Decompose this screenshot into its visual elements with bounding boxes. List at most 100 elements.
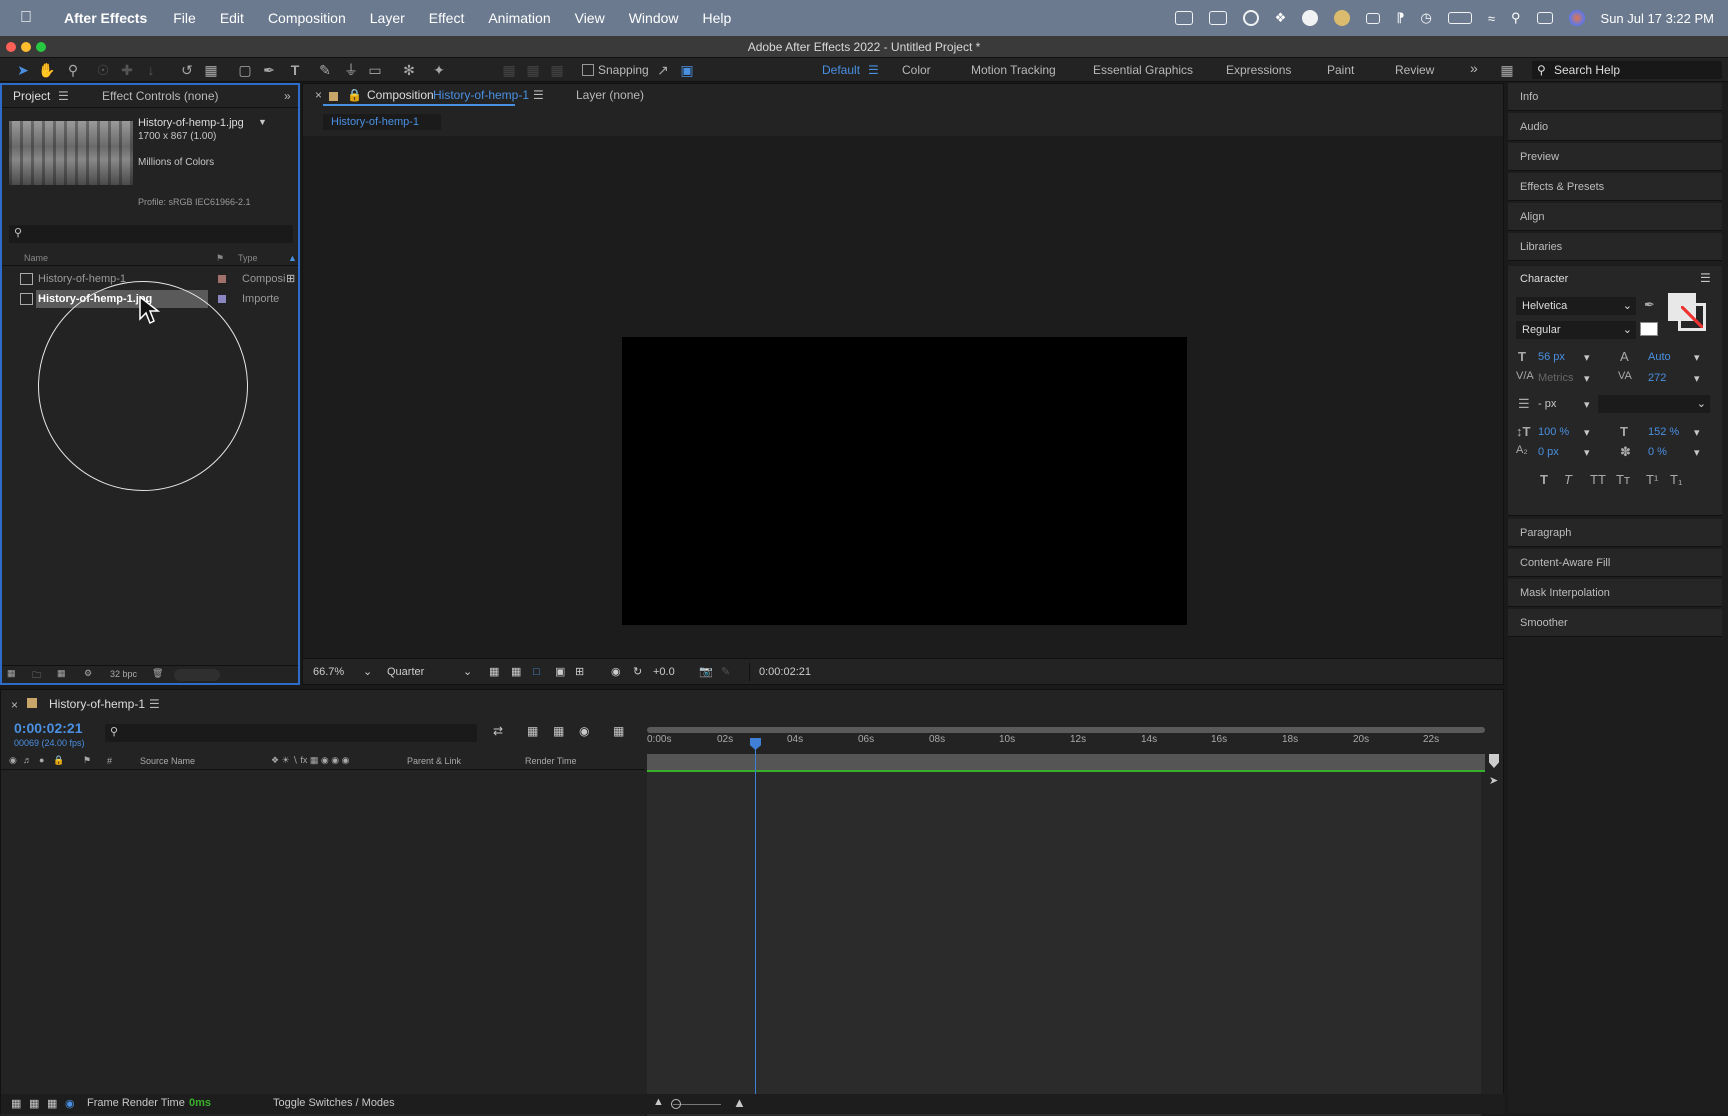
project-panel-menu-icon[interactable]: ☰ [58, 89, 69, 103]
black-white-swatch[interactable] [1640, 322, 1658, 336]
tab-effect-controls[interactable]: Effect Controls (none) [102, 89, 219, 103]
new-composition-icon[interactable]: ▦ [57, 668, 66, 679]
menu-effect[interactable]: Effect [417, 10, 477, 26]
font-family-dropdown[interactable]: Helvetica ⌄ [1516, 297, 1636, 315]
composition-viewer[interactable] [303, 136, 1503, 658]
chevron-down-icon[interactable]: ▾ [1584, 372, 1590, 385]
workspace-menu-icon[interactable]: ☰ [868, 63, 879, 77]
workspace-motion-tracking[interactable]: Motion Tracking [971, 63, 1056, 77]
maximize-window-button[interactable] [36, 42, 46, 52]
graph-editor-icon[interactable]: ▦ [613, 724, 624, 738]
tsume-value[interactable]: 0 % [1648, 446, 1667, 458]
time-machine-icon[interactable]: ◷ [1421, 10, 1432, 26]
label-swatch[interactable] [218, 275, 226, 283]
font-size-value[interactable]: 56 px [1538, 351, 1565, 363]
column-name[interactable]: Name [24, 253, 48, 263]
siri-icon[interactable] [1568, 10, 1585, 26]
composition-canvas[interactable] [622, 337, 1187, 625]
exposure-value[interactable]: +0.0 [653, 663, 675, 681]
project-search-input[interactable]: ⚲ [9, 225, 293, 243]
transparency-grid-icon[interactable]: ▦ [511, 663, 521, 681]
rectangle-tool-icon[interactable]: ▢ [236, 61, 254, 79]
delete-icon[interactable]: 🗑 [152, 668, 163, 679]
close-tab-icon[interactable]: × [11, 698, 18, 712]
close-tab-icon[interactable]: × [315, 88, 322, 102]
tab-composition-label[interactable]: Composition [367, 88, 434, 102]
hand-tool-icon[interactable]: ✋ [38, 61, 56, 79]
workspace-paint[interactable]: Paint [1327, 63, 1354, 77]
snap-features-icon[interactable]: ▣ [678, 61, 696, 79]
faux-italic-icon[interactable]: T [1564, 472, 1572, 487]
audio-icon[interactable]: ♬ [23, 755, 32, 765]
column-source-name[interactable]: Source Name [140, 756, 195, 766]
menu-view[interactable]: View [563, 10, 617, 26]
spotlight-search-icon[interactable]: ⚲ [1511, 10, 1521, 26]
current-time-display[interactable]: 0:00:02:21 [14, 720, 83, 736]
timeline-search-input[interactable]: ⚲ [105, 724, 477, 742]
flowchart-icon[interactable]: ⊞ [286, 270, 295, 288]
apple-menu-icon[interactable]:  [0, 9, 52, 27]
dolly-camera-icon[interactable]: ↓ [142, 61, 160, 79]
horizontal-scale-value[interactable]: 152 % [1648, 426, 1679, 438]
chevron-down-icon[interactable]: ▾ [1584, 398, 1590, 411]
scrobble-icon[interactable] [1334, 10, 1351, 26]
leading-value[interactable]: Auto [1648, 351, 1671, 363]
menu-help[interactable]: Help [691, 10, 744, 26]
menu-file[interactable]: File [161, 10, 208, 26]
character-title[interactable]: Character [1520, 273, 1568, 285]
chevron-down-icon[interactable]: ▾ [1584, 351, 1590, 364]
mask-path-visibility-icon[interactable]: □ [533, 663, 540, 681]
axis-local-icon[interactable]: ▦ [500, 61, 518, 79]
zoom-out-icon[interactable]: ▲ [653, 1096, 664, 1108]
chevron-down-icon[interactable]: ▾ [1694, 426, 1700, 439]
tab-timeline-composition[interactable]: History-of-hemp-1 [49, 697, 145, 711]
new-folder-icon[interactable]: 🗀 [32, 668, 41, 684]
composition-duration-bar[interactable] [647, 754, 1485, 770]
panel-preview[interactable]: Preview [1508, 143, 1722, 171]
composition-menu-icon[interactable]: ☰ [533, 88, 544, 102]
column-type[interactable]: Type [238, 253, 258, 263]
chevron-down-icon[interactable]: ▾ [1584, 446, 1590, 459]
brush-tool-icon[interactable]: ✎ [316, 61, 334, 79]
thumbnail-scale-slider[interactable] [174, 669, 220, 681]
minimize-window-button[interactable] [21, 42, 31, 52]
menu-app-name[interactable]: After Effects [52, 10, 161, 26]
battery-icon[interactable] [1447, 12, 1472, 24]
label-swatch[interactable] [218, 295, 226, 303]
axis-world-icon[interactable]: ▦ [524, 61, 542, 79]
snapping-checkbox[interactable] [582, 64, 594, 76]
composition-flow-subtab[interactable]: History-of-hemp-1 [323, 114, 441, 130]
timeline-menu-icon[interactable]: ☰ [149, 697, 160, 711]
tab-layer[interactable]: Layer (none) [576, 88, 644, 102]
zoom-slider-handle[interactable] [671, 1099, 681, 1109]
dropbox-icon[interactable]: ❖ [1275, 10, 1287, 26]
zoom-in-icon[interactable]: ▲ [733, 1095, 746, 1110]
stroke-width-value[interactable]: - px [1538, 398, 1556, 410]
display-icon[interactable] [1208, 11, 1227, 25]
small-caps-icon[interactable]: Tᴛ [1616, 472, 1630, 487]
chevron-down-icon[interactable]: ▾ [1694, 446, 1700, 459]
time-ruler[interactable]: 0:00s 02s 04s 06s 08s 10s 12s 14s 16s 18… [647, 734, 1485, 752]
workspace-color[interactable]: Color [902, 63, 931, 77]
layer-switches-icon[interactable]: ▦ [11, 1097, 21, 1110]
font-style-dropdown[interactable]: Regular ⌄ [1516, 321, 1636, 339]
panel-smoother[interactable]: Smoother [1508, 609, 1722, 637]
close-window-button[interactable] [6, 42, 16, 52]
chevron-down-icon[interactable]: ▾ [1694, 351, 1700, 364]
clone-stamp-tool-icon[interactable]: ⏚ [342, 61, 360, 79]
transfer-controls-icon[interactable]: ▦ [29, 1097, 39, 1110]
chevron-down-icon[interactable]: ▾ [1694, 372, 1700, 385]
solo-icon[interactable]: ● [39, 755, 44, 765]
panel-layout-icon[interactable]: ▦ [1498, 61, 1516, 79]
stroke-color-swatch[interactable] [1678, 303, 1706, 331]
comp-end-marker[interactable] [1489, 754, 1499, 768]
column-number[interactable]: # [107, 756, 112, 766]
keyboard-icon[interactable] [1366, 12, 1381, 24]
subscript-icon[interactable]: T₁ [1670, 472, 1682, 487]
show-channel-icon[interactable]: ◉ [611, 663, 621, 681]
kerning-value[interactable]: Metrics [1538, 372, 1573, 384]
snap-edges-icon[interactable]: ↗ [654, 61, 672, 79]
search-help-input[interactable]: ⚲ Search Help [1532, 61, 1722, 79]
eraser-tool-icon[interactable]: ▭ [366, 61, 384, 79]
resolution-dropdown[interactable]: Quarter [387, 663, 471, 681]
